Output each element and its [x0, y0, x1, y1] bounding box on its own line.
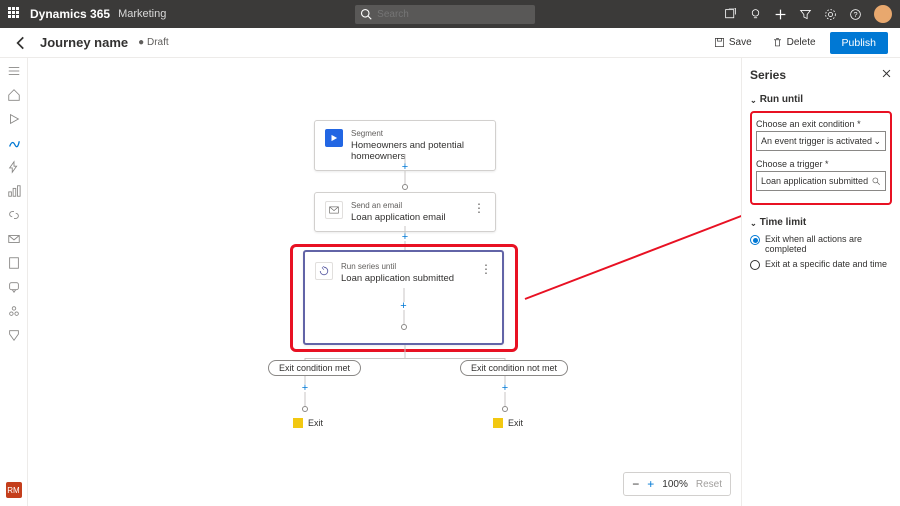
- radio-icon: [750, 235, 760, 245]
- chevron-down-icon: ⌄: [873, 136, 881, 147]
- save-button[interactable]: Save: [708, 34, 758, 51]
- svg-text:?: ?: [853, 9, 857, 18]
- exit-condition-dropdown[interactable]: An event trigger is activated⌄: [756, 131, 886, 151]
- section-run-until[interactable]: ⌃Run until: [750, 94, 892, 105]
- section-time-limit[interactable]: ⌃Time limit: [750, 217, 892, 228]
- search-icon: [871, 176, 881, 186]
- zoom-in-button[interactable]: +: [647, 477, 654, 491]
- left-nav: RM: [0, 58, 28, 506]
- node-name: Loan application email: [351, 212, 446, 223]
- highlight-frame: [290, 244, 518, 352]
- node-name: Homeowners and potential homeowners: [351, 140, 485, 163]
- user-badge[interactable]: RM: [6, 482, 22, 498]
- exit-condition-label: Choose an exit condition *: [756, 119, 886, 129]
- zoom-toolbar: − + 100% Reset: [623, 472, 731, 496]
- app-launcher-icon[interactable]: [8, 7, 22, 21]
- zoom-level: 100%: [662, 479, 688, 490]
- user-avatar[interactable]: [874, 5, 892, 23]
- trigger-label: Choose a trigger *: [756, 159, 886, 169]
- global-header: Dynamics 365 Marketing ?: [0, 0, 900, 28]
- exit-node-left: Exit: [293, 418, 323, 428]
- radio-exit-all-actions[interactable]: Exit when all actions are completed: [750, 234, 892, 254]
- connector-dot: [502, 406, 508, 412]
- add-icon[interactable]: [774, 8, 787, 21]
- lightbulb-icon[interactable]: [749, 8, 762, 21]
- nav-journey-icon[interactable]: [7, 136, 21, 150]
- radio-exit-specific-date[interactable]: Exit at a specific date and time: [750, 259, 892, 270]
- module: Marketing: [118, 8, 166, 20]
- exit-node-right: Exit: [493, 418, 523, 428]
- journey-canvas[interactable]: SegmentHomeowners and potential homeowne…: [28, 58, 741, 506]
- nav-segments-icon[interactable]: [7, 304, 21, 318]
- radio-icon: [750, 260, 760, 270]
- brand: Dynamics 365: [30, 7, 110, 21]
- publish-button[interactable]: Publish: [830, 32, 888, 54]
- chevron-down-icon: ⌃: [750, 218, 757, 227]
- node-type: Send an email: [351, 201, 446, 211]
- nav-analytics-icon[interactable]: [7, 184, 21, 198]
- chevron-down-icon: ⌃: [750, 95, 757, 104]
- settings-icon[interactable]: [824, 8, 837, 21]
- connector-dot: [402, 184, 408, 190]
- delete-button[interactable]: Delete: [766, 34, 822, 51]
- nav-menu-icon[interactable]: [7, 64, 21, 78]
- status-badge: ● Draft: [138, 37, 169, 48]
- email-icon: [325, 201, 343, 219]
- properties-panel: Series ⌃Run until Choose an exit conditi…: [741, 58, 900, 506]
- panel-title: Series: [750, 68, 892, 82]
- flag-icon: [493, 418, 503, 428]
- branch-label-notmet: Exit condition not met: [460, 360, 568, 376]
- branch-label-met: Exit condition met: [268, 360, 361, 376]
- zoom-out-button[interactable]: −: [632, 477, 639, 491]
- global-search-input[interactable]: [355, 5, 535, 24]
- close-icon[interactable]: [881, 68, 892, 79]
- trigger-lookup[interactable]: Loan application submitted: [756, 171, 886, 191]
- share-icon[interactable]: [724, 8, 737, 21]
- filter-icon[interactable]: [799, 8, 812, 21]
- highlight-box: Choose an exit condition * An event trig…: [750, 111, 892, 205]
- annotation-arrow: [525, 209, 757, 300]
- connector-dot: [302, 406, 308, 412]
- zoom-reset-button[interactable]: Reset: [696, 479, 722, 490]
- back-button[interactable]: [12, 34, 30, 52]
- nav-play-icon[interactable]: [7, 112, 21, 126]
- search-icon: [360, 8, 372, 20]
- node-more-icon[interactable]: ⋮: [473, 201, 485, 215]
- nav-home-icon[interactable]: [7, 88, 21, 102]
- command-bar: Journey name ● Draft Save Delete Publish: [0, 28, 900, 58]
- help-icon[interactable]: ?: [849, 8, 862, 21]
- nav-sms-icon[interactable]: [7, 280, 21, 294]
- nav-form-icon[interactable]: [7, 256, 21, 270]
- nav-consent-icon[interactable]: [7, 328, 21, 342]
- nav-triggers-icon[interactable]: [7, 160, 21, 174]
- segment-icon: [325, 129, 343, 147]
- nav-email-icon[interactable]: [7, 232, 21, 246]
- nav-link-icon[interactable]: [7, 208, 21, 222]
- page-title: Journey name: [40, 35, 128, 50]
- flag-icon: [293, 418, 303, 428]
- node-type: Segment: [351, 129, 485, 139]
